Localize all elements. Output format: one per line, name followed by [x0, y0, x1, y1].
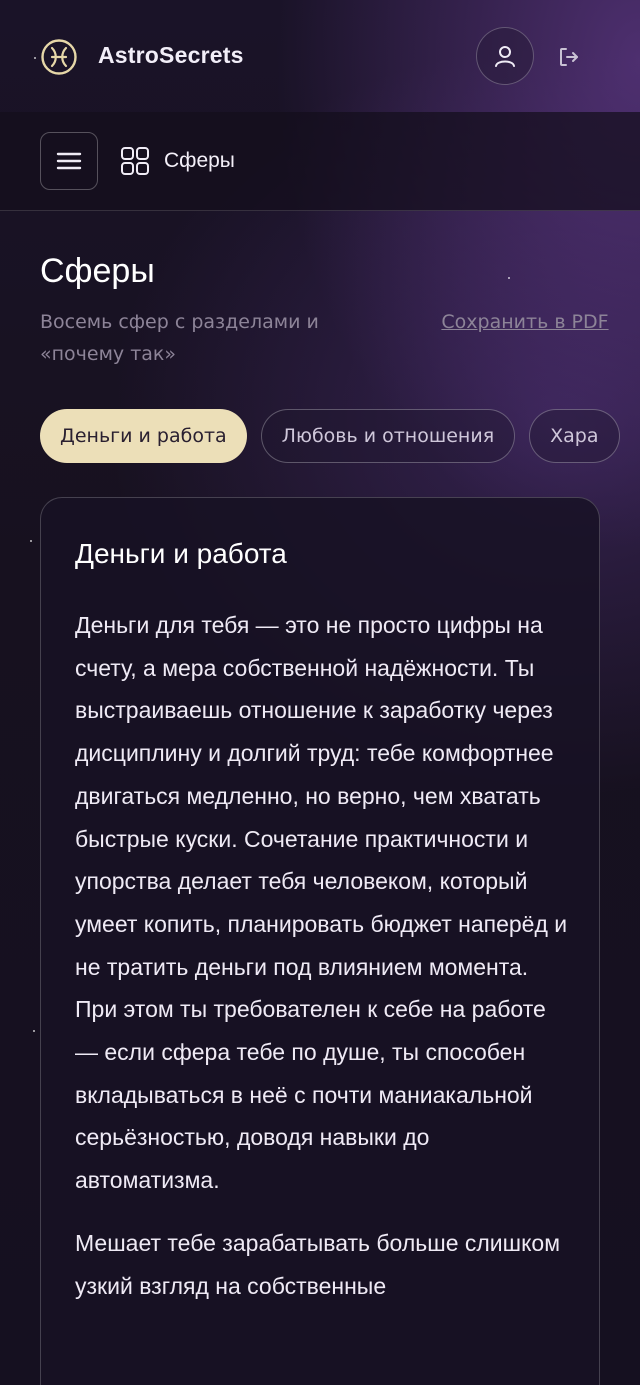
- page-subtitle: Восемь сфер с разделами и «почему так»: [40, 311, 319, 365]
- menu-button[interactable]: [40, 132, 98, 190]
- hamburger-icon: [56, 152, 82, 170]
- page-title: Сферы: [40, 252, 155, 290]
- tab-money-work[interactable]: Деньги и работа: [40, 409, 247, 463]
- save-pdf-link[interactable]: Сохранить в PDF: [440, 306, 610, 338]
- star-decoration: [508, 277, 510, 279]
- logout-button[interactable]: [552, 40, 586, 74]
- card-paragraph: Деньги для тебя — это не просто цифры на…: [75, 612, 568, 1194]
- section-label: Сферы: [164, 149, 235, 172]
- star-decoration: [30, 540, 32, 542]
- section-nav: Сферы: [0, 112, 640, 211]
- current-section[interactable]: Сферы: [120, 145, 235, 177]
- brand-name[interactable]: AstroSecrets: [98, 42, 244, 69]
- astro-logo-icon[interactable]: [40, 38, 78, 76]
- card-title: Деньги и работа: [75, 538, 287, 569]
- top-bar: AstroSecrets: [0, 0, 640, 112]
- user-icon: [495, 46, 515, 67]
- tab-character[interactable]: Хара: [529, 409, 620, 463]
- profile-button[interactable]: [476, 27, 534, 85]
- card-paragraph: Мешает тебе зарабатывать больше слишком …: [75, 1229, 561, 1299]
- logout-icon: [560, 48, 578, 66]
- sphere-tabs: Деньги и работа Любовь и отношения Хара: [40, 409, 640, 465]
- card-body: Деньги для тебя — это не просто цифры на…: [75, 604, 575, 1327]
- grid-icon: [121, 147, 149, 175]
- sphere-card: Деньги и работа Деньги для тебя — это не…: [40, 497, 600, 1385]
- tab-love-relationships[interactable]: Любовь и отношения: [260, 409, 516, 463]
- star-decoration: [33, 1030, 35, 1032]
